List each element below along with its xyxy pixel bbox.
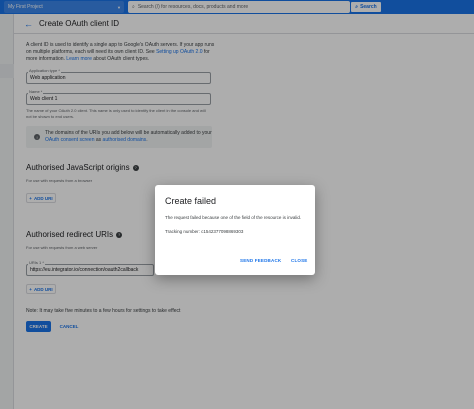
error-dialog: Create failed The request failed because… xyxy=(155,185,315,275)
dialog-message: The request failed because one of the fi… xyxy=(165,215,302,220)
send-feedback-button[interactable]: SEND FEEDBACK xyxy=(240,258,281,263)
dialog-title: Create failed xyxy=(165,196,217,206)
tracking-number: Tracking number: c1542377098869303 xyxy=(165,229,244,234)
close-button[interactable]: CLOSE xyxy=(291,258,308,263)
